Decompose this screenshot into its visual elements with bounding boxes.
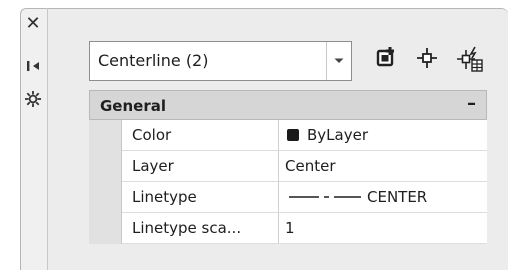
- row-gutter: [89, 120, 122, 151]
- object-type-dropdown[interactable]: Centerline (2): [89, 41, 352, 81]
- property-value-linetype-scale[interactable]: 1: [279, 213, 487, 244]
- property-grid: Color ByLayer Layer Center Linetype CENT…: [89, 120, 487, 244]
- property-row-layer[interactable]: Layer Center: [89, 151, 487, 182]
- property-value: ByLayer: [307, 126, 368, 144]
- property-name: Linetype sca...: [122, 213, 279, 244]
- row-gutter: [89, 213, 122, 244]
- select-objects-icon[interactable]: [414, 45, 442, 73]
- properties-palette: ✕ Centerline (2) General – Color ByLayer…: [0, 0, 508, 270]
- close-icon[interactable]: ✕: [21, 15, 45, 33]
- property-value: 1: [285, 219, 295, 237]
- property-value: CENTER: [367, 188, 428, 206]
- property-value: Center: [285, 157, 336, 175]
- row-gutter: [89, 182, 122, 213]
- color-swatch: [287, 129, 299, 141]
- property-value-linetype[interactable]: CENTER: [279, 182, 487, 213]
- palette-body: Centerline (2) General – Color ByLayer L…: [47, 8, 508, 270]
- property-name: Color: [122, 120, 279, 151]
- collapse-icon[interactable]: –: [467, 93, 476, 114]
- row-gutter: [89, 151, 122, 182]
- property-value-layer[interactable]: Center: [279, 151, 487, 182]
- section-title: General: [100, 97, 166, 115]
- palette-title-strip: ✕: [20, 8, 47, 270]
- property-name: Linetype: [122, 182, 279, 213]
- property-row-linetype[interactable]: Linetype CENTER: [89, 182, 487, 213]
- property-value-color[interactable]: ByLayer: [279, 120, 487, 151]
- section-header-general[interactable]: General –: [89, 90, 487, 120]
- auto-hide-icon[interactable]: [21, 59, 45, 73]
- linetype-preview-icon: [289, 196, 361, 198]
- quick-select-icon[interactable]: [456, 45, 484, 73]
- property-row-linetype-scale[interactable]: Linetype sca... 1: [89, 213, 487, 244]
- toggle-pickadd-icon[interactable]: [375, 45, 403, 73]
- property-row-color[interactable]: Color ByLayer: [89, 120, 487, 151]
- dropdown-arrow-button[interactable]: [326, 42, 351, 80]
- chevron-down-icon: [334, 58, 344, 63]
- property-name: Layer: [122, 151, 279, 182]
- object-type-value: Centerline (2): [98, 51, 209, 70]
- properties-options-icon[interactable]: [21, 90, 45, 108]
